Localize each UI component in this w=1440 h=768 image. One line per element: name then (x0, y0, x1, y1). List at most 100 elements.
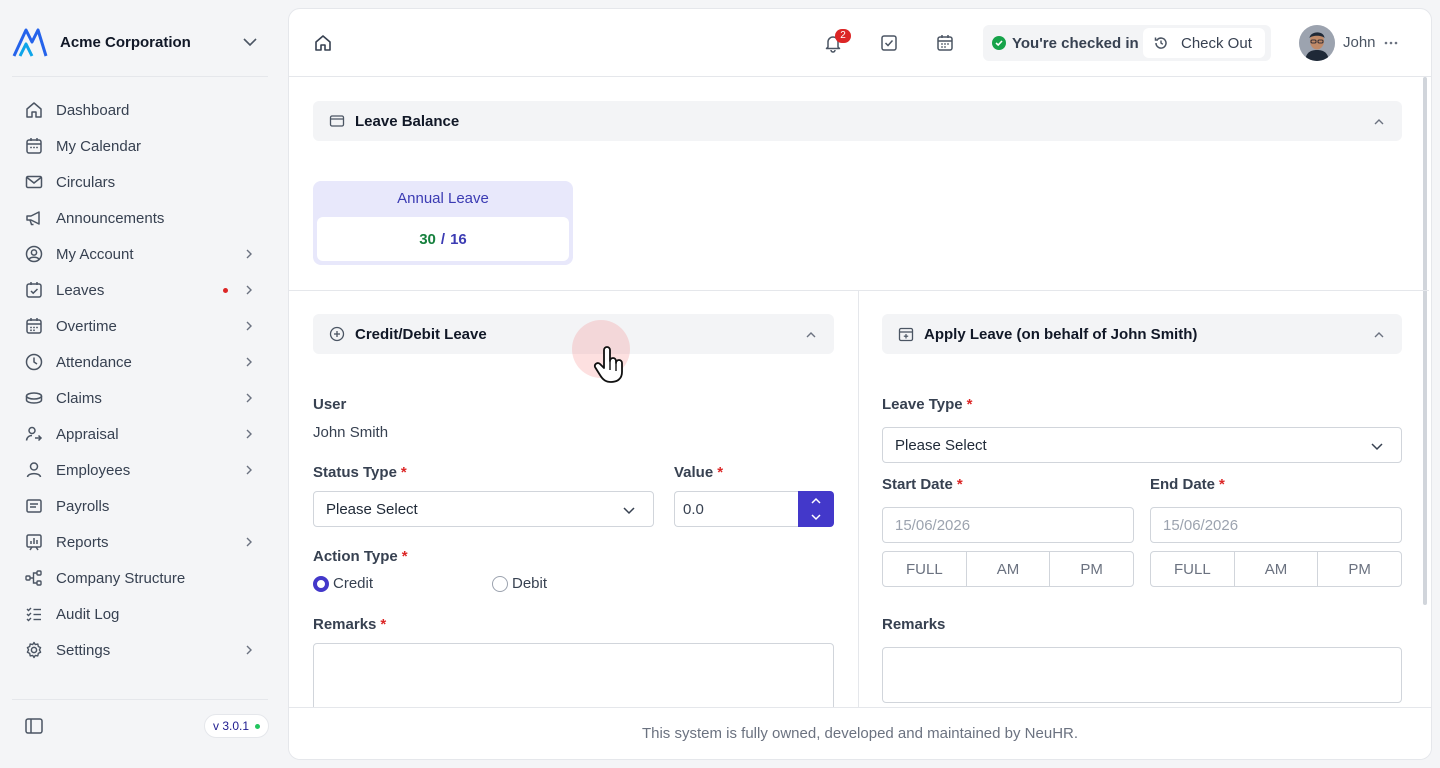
scrollbar[interactable] (1423, 77, 1427, 605)
sidebar-item-my-calendar[interactable]: My Calendar (12, 128, 268, 164)
sidebar-divider (12, 76, 268, 77)
user-value: John Smith (313, 424, 389, 441)
version-label: v 3.0.1 (213, 719, 250, 733)
chevron-down-icon[interactable] (810, 511, 822, 523)
clock-icon (25, 353, 43, 371)
end-date-session-toggle: FULL AM PM (1150, 551, 1402, 587)
sidebar-toggle-icon[interactable] (24, 716, 44, 736)
apply-remarks-textarea[interactable] (882, 647, 1402, 703)
chevron-right-icon (246, 465, 252, 475)
clock-rotate-icon (1154, 37, 1167, 49)
gear-icon (26, 641, 42, 659)
leave-type-select[interactable]: Please Select (882, 427, 1402, 463)
start-pm-button[interactable]: PM (1050, 552, 1133, 586)
sidebar-item-label: Company Structure (56, 569, 186, 587)
sidebar-item-settings[interactable]: Settings (12, 632, 268, 668)
chevron-down-icon (1371, 443, 1383, 451)
more-horizontal-icon[interactable] (1383, 33, 1399, 53)
chevron-right-icon (246, 429, 252, 439)
start-full-button[interactable]: FULL (883, 552, 967, 586)
radio-button[interactable] (313, 575, 329, 592)
sidebar-item-company-structure[interactable]: Company Structure (12, 560, 268, 596)
chevron-right-icon (246, 393, 252, 403)
radio-button[interactable] (492, 575, 508, 592)
sidebar-item-label: My Account (56, 245, 134, 263)
leave-card-title: Annual Leave (397, 190, 489, 207)
status-type-select[interactable]: Please Select (313, 491, 654, 527)
sidebar-item-employees[interactable]: Employees (12, 452, 268, 488)
apply-leave-header[interactable]: Apply Leave (on behalf of John Smith) (882, 314, 1402, 354)
remarks-label: Remarks * (313, 616, 387, 633)
user-circle-icon (25, 245, 43, 263)
sidebar-item-appraisal[interactable]: Appraisal (12, 416, 268, 452)
hierarchy-icon (25, 570, 42, 586)
sidebar-item-dashboard[interactable]: Dashboard (12, 92, 268, 128)
sidebar-item-label: Appraisal (56, 425, 119, 443)
sidebar-item-attendance[interactable]: Attendance (12, 344, 268, 380)
radio-credit-label: Credit (333, 575, 374, 592)
radio-credit[interactable]: Credit (313, 575, 373, 592)
check-circle-icon (992, 36, 1006, 50)
start-date-input[interactable]: 15/06/2026 (882, 507, 1134, 543)
sidebar-divider (12, 699, 268, 700)
sidebar-item-claims[interactable]: Claims (12, 380, 268, 416)
user-name[interactable]: John (1343, 34, 1376, 51)
end-date-label: End Date * (1150, 476, 1225, 493)
sidebar-item-label: Announcements (56, 209, 165, 227)
sidebar-item-overtime[interactable]: Overtime (12, 308, 268, 344)
chevron-right-icon (246, 645, 252, 655)
org-switcher[interactable]: Acme Corporation (12, 22, 268, 62)
calendar-icon[interactable] (935, 33, 955, 53)
sidebar-item-payrolls[interactable]: Payrolls (12, 488, 268, 524)
value-stepper[interactable] (798, 491, 834, 527)
top-bar: 2 You're checked in Check Out John (289, 9, 1431, 77)
sidebar-item-label: Leaves (56, 281, 105, 299)
leave-balance-header[interactable]: Leave Balance (313, 101, 1402, 141)
value-input[interactable] (674, 491, 798, 527)
status-dot (255, 723, 261, 729)
calendar-icon (26, 138, 42, 154)
start-am-button[interactable]: AM (967, 552, 1051, 586)
coins-icon (25, 392, 43, 404)
chevron-up-icon[interactable] (810, 495, 822, 507)
task-check-icon[interactable] (879, 33, 899, 53)
logo-icon (12, 28, 48, 57)
user-star-icon (25, 426, 43, 442)
sidebar-item-announcements[interactable]: Announcements (12, 200, 268, 236)
sidebar-item-circulars[interactable]: Circulars (12, 164, 268, 200)
chevron-right-icon (246, 357, 252, 367)
status-type-value: Please Select (326, 500, 418, 518)
checkin-status-panel: You're checked in Check Out (983, 25, 1271, 61)
apply-leave-title: Apply Leave (on behalf of John Smith) (924, 325, 1198, 343)
megaphone-icon (26, 211, 40, 226)
leave-type-label: Leave Type * (882, 396, 973, 413)
check-out-button[interactable]: Check Out (1143, 28, 1265, 58)
org-name: Acme Corporation (60, 33, 191, 51)
apply-remarks-label: Remarks (882, 616, 946, 633)
home-icon[interactable] (313, 33, 333, 53)
calendar-plus-icon (898, 327, 914, 342)
avatar[interactable] (1299, 25, 1335, 61)
leave-type-value: Please Select (895, 436, 987, 454)
version-badge: v 3.0.1 (204, 714, 270, 738)
list-check-icon (26, 607, 41, 622)
sidebar-item-label: Reports (56, 533, 109, 551)
notification-count-badge: 2 (835, 29, 851, 43)
sidebar-item-audit-log[interactable]: Audit Log (12, 596, 268, 632)
radio-debit[interactable]: Debit (492, 575, 547, 592)
end-am-button[interactable]: AM (1235, 552, 1319, 586)
home-icon (26, 102, 42, 118)
chevron-right-icon (246, 249, 252, 259)
end-full-button[interactable]: FULL (1151, 552, 1235, 586)
chevron-down-icon (243, 38, 257, 47)
section-divider (289, 290, 1429, 291)
sidebar-item-reports[interactable]: Reports (12, 524, 268, 560)
radio-debit-label: Debit (512, 575, 548, 592)
calendar-clock-icon (26, 318, 42, 334)
end-date-input[interactable]: 15/06/2026 (1150, 507, 1402, 543)
sidebar-item-leaves[interactable]: Leaves (12, 272, 268, 308)
main-panel: 2 You're checked in Check Out John Leave… (288, 8, 1432, 760)
end-pm-button[interactable]: PM (1318, 552, 1401, 586)
sidebar-item-label: Audit Log (56, 605, 120, 623)
sidebar-item-my-account[interactable]: My Account (12, 236, 268, 272)
